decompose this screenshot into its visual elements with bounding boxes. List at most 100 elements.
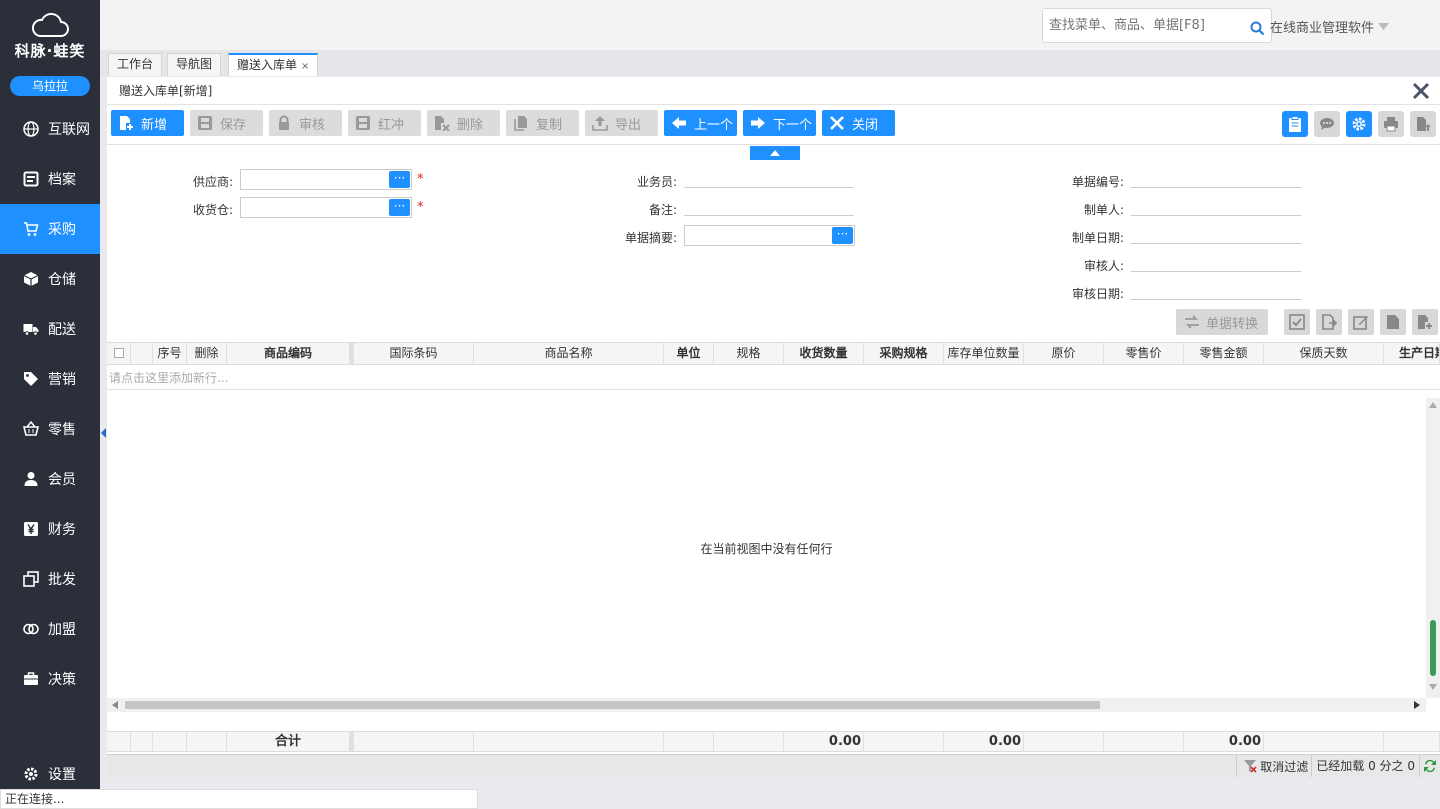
footer-cell <box>354 732 474 751</box>
check-all-button[interactable] <box>1284 309 1310 335</box>
nav-item-internet[interactable]: 互联网 <box>0 104 100 154</box>
nav-label: 零售 <box>48 422 76 438</box>
audit-button[interactable]: 审核 <box>269 110 342 136</box>
tab-navigation[interactable]: 导航图 <box>167 53 222 76</box>
nav-item-wholesale[interactable]: 批发 <box>0 554 100 604</box>
nav-label: 采购 <box>48 222 76 238</box>
scroll-right-icon[interactable] <box>1414 701 1420 709</box>
supplier-field[interactable]: ··· <box>240 169 412 190</box>
cancel-filter-button[interactable]: 取消过滤 <box>1236 755 1311 777</box>
user-badge[interactable]: 乌拉拉 <box>10 76 90 96</box>
refresh-button[interactable] <box>1419 755 1440 777</box>
column-header[interactable]: 商品名称 <box>474 343 664 364</box>
clipboard-icon <box>1289 116 1301 132</box>
panel-title: 赠送入库单[新增] <box>119 84 213 98</box>
copy-icon <box>23 571 39 587</box>
sidebar-splitter[interactable] <box>100 76 107 789</box>
supplier-picker-button[interactable]: ··· <box>389 171 410 188</box>
document-button[interactable] <box>1380 309 1406 335</box>
clipboard-button[interactable] <box>1282 111 1308 137</box>
column-header[interactable]: 零售金额 <box>1184 343 1264 364</box>
close-icon[interactable] <box>1412 82 1430 100</box>
print-button[interactable] <box>1378 111 1404 137</box>
red-flush-button[interactable]: 红冲 <box>348 110 421 136</box>
remark-field[interactable] <box>684 195 854 216</box>
product-menu[interactable]: 在线商业管理软件 <box>1270 17 1390 36</box>
edit-button[interactable] <box>1348 309 1374 335</box>
audit-date-field <box>1131 279 1301 300</box>
settings-button[interactable] <box>1346 111 1372 137</box>
swap-icon <box>1185 315 1199 329</box>
warehouse-label: 收货仓: <box>192 203 233 217</box>
scroll-up-icon[interactable] <box>1429 402 1437 408</box>
collapse-arrow-icon <box>101 428 106 438</box>
column-header[interactable]: 收货数量 <box>784 343 864 364</box>
nav-item-retail[interactable]: 零售 <box>0 404 100 454</box>
delete-button[interactable]: 删除 <box>427 110 500 136</box>
import-doc-icon <box>1322 314 1337 330</box>
column-header[interactable]: 规格 <box>714 343 784 364</box>
nav-item-franchise[interactable]: 加盟 <box>0 604 100 654</box>
next-button[interactable]: 下一个 <box>743 110 816 136</box>
copy-button[interactable]: 复制 <box>506 110 579 136</box>
save-button[interactable]: 保存 <box>190 110 263 136</box>
horizontal-scrollbar[interactable] <box>107 698 1426 712</box>
close-button[interactable]: 关闭 <box>822 110 895 136</box>
chevron-down-icon <box>1378 23 1390 30</box>
nav-label: 档案 <box>48 172 76 188</box>
comment-button[interactable] <box>1314 111 1340 137</box>
column-header[interactable]: 单位 <box>664 343 714 364</box>
nav-item-member[interactable]: 会员 <box>0 454 100 504</box>
warehouse-field[interactable]: ··· <box>240 197 412 218</box>
prev-button[interactable]: 上一个 <box>664 110 737 136</box>
nav-item-marketing[interactable]: 营销 <box>0 354 100 404</box>
import-button[interactable] <box>1316 309 1342 335</box>
export-button[interactable]: 导出 <box>585 110 658 136</box>
nav-item-delivery[interactable]: 配送 <box>0 304 100 354</box>
collapse-form-button[interactable] <box>750 146 800 160</box>
tab-gift-receipt[interactable]: 赠送入库单 × <box>228 53 319 76</box>
footer-cell <box>107 732 131 751</box>
search-input[interactable] <box>1043 9 1243 42</box>
column-header[interactable]: 原价 <box>1024 343 1104 364</box>
summary-field[interactable]: ··· <box>684 225 855 246</box>
footer-cell <box>1104 732 1184 751</box>
column-header[interactable]: 商品编码 <box>227 343 354 364</box>
doc-convert-button[interactable]: 单据转换 <box>1176 309 1268 335</box>
column-header[interactable]: 保质天数 <box>1264 343 1384 364</box>
grid-footer: 合计 0.00 0.00 0.00 <box>107 731 1440 752</box>
column-header[interactable]: 生产日期 <box>1384 343 1440 364</box>
nav-item-finance[interactable]: 财务 <box>0 504 100 554</box>
column-header[interactable]: 删除 <box>187 343 227 364</box>
column-header[interactable]: 采购规格 <box>864 343 944 364</box>
warehouse-picker-button[interactable]: ··· <box>389 199 410 216</box>
summary-picker-button[interactable]: ··· <box>832 227 853 244</box>
nav-item-decision[interactable]: 决策 <box>0 654 100 704</box>
scrollbar-thumb[interactable] <box>1430 620 1436 676</box>
vertical-scrollbar[interactable] <box>1426 398 1440 698</box>
column-header[interactable]: 国际条码 <box>354 343 474 364</box>
new-button[interactable]: 新增 <box>111 110 184 136</box>
upload-button[interactable] <box>1410 111 1436 137</box>
tab-close-icon[interactable]: × <box>301 61 309 72</box>
nav-item-purchase[interactable]: 采购 <box>0 204 100 254</box>
cloud-logo-icon <box>31 12 69 37</box>
scroll-left-icon[interactable] <box>112 701 118 709</box>
column-header[interactable]: 库存单位数量 <box>944 343 1024 364</box>
search-icon[interactable] <box>1250 21 1265 36</box>
nav-item-settings[interactable]: 设置 <box>0 759 100 789</box>
add-doc-button[interactable] <box>1412 309 1438 335</box>
nav-item-archive[interactable]: 档案 <box>0 154 100 204</box>
scrollbar-thumb[interactable] <box>125 701 1100 709</box>
tab-workbench[interactable]: 工作台 <box>108 53 163 76</box>
scroll-down-icon[interactable] <box>1429 684 1437 690</box>
gear-icon <box>23 766 39 782</box>
nav-item-storage[interactable]: 仓储 <box>0 254 100 304</box>
add-row-hint[interactable]: 请点击这里添加新行... <box>107 366 1440 390</box>
button-label: 新增 <box>141 117 168 133</box>
select-all-checkbox[interactable] <box>107 343 131 364</box>
salesman-field[interactable] <box>684 167 854 188</box>
column-header[interactable]: 零售价 <box>1104 343 1184 364</box>
toolbar: 新增 保存 审核 红冲 删除 复制 导出 上一个 下一个 关闭 <box>107 105 1440 145</box>
column-header[interactable]: 序号 <box>153 343 187 364</box>
